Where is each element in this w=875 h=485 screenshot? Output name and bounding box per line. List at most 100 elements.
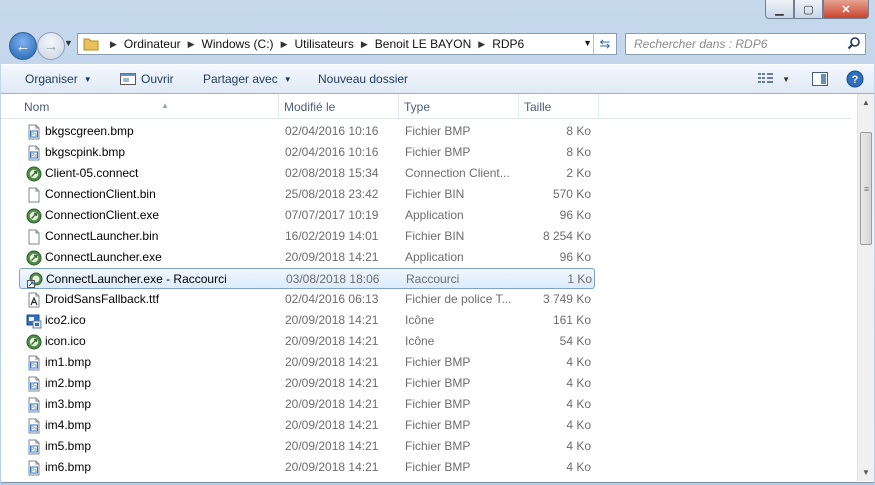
file-row[interactable]: ConnectionClient.bin 25/08/2018 23:42 Fich… [1,184,851,205]
breadcrumb-separator-icon[interactable]: ▶ [361,39,368,50]
caption-buttons: ▁ ▢ ✕ [765,0,869,20]
file-name: ConnectLauncher.exe [45,250,162,264]
file-row[interactable]: Ps im4.bmp 20/09/2018 14:21 Fichier BMP 4 Ko [1,415,851,436]
column-header-name[interactable]: ▲ Nom [19,94,279,118]
breadcrumb-label: RDP6 [492,37,525,51]
bmp-file-icon: Ps [26,145,42,161]
details-view-icon [758,72,774,87]
file-row[interactable]: icon.ico 20/09/2018 14:21 Icône 54 Ko [1,331,851,352]
minimize-button[interactable]: ▁ [765,0,794,19]
breadcrumb-separator-icon[interactable]: ▶ [478,39,485,50]
column-type-label: Type [404,100,431,114]
svg-text:Ps: Ps [31,384,37,390]
file-size: 4 Ko [566,418,591,432]
file-type: Icône [405,313,435,327]
file-row[interactable]: ConnectLauncher.bin 16/02/2019 14:01 Fichi… [1,226,851,247]
help-button[interactable]: ? [846,70,864,88]
scroll-down-icon[interactable]: ▼ [858,464,874,481]
search-icon[interactable] [847,36,861,53]
breadcrumb-item[interactable]: ▶ Utilisateurs [274,37,354,51]
blank-file-icon [26,229,42,245]
back-button[interactable]: ← [9,32,37,60]
breadcrumb-separator-icon[interactable]: ▶ [188,39,195,50]
shortcut-icon [27,272,43,288]
close-icon: ✕ [841,3,851,16]
column-header-size[interactable]: Taille [519,94,599,118]
search-input[interactable] [634,37,834,51]
file-type: Fichier BMP [405,418,471,432]
file-row-selected[interactable]: ConnectLauncher.exe - Raccourci 03/08/201… [19,268,595,289]
search-box [625,33,866,55]
close-button[interactable]: ✕ [823,0,869,19]
file-row[interactable]: Ps im3.bmp 20/09/2018 14:21 Fichier BMP 4 Ko [1,394,851,415]
scroll-up-icon[interactable]: ▲ [858,94,874,111]
sort-ascending-icon: ▲ [161,101,169,110]
breadcrumb-separator-icon[interactable]: ▶ [110,39,117,50]
views-button[interactable]: ▼ [758,72,790,87]
open-button[interactable]: Ouvrir [120,72,174,86]
column-header-modified[interactable]: Modifié le [279,94,399,118]
file-row[interactable]: Ps im2.bmp 20/09/2018 14:21 Fichier BMP 4 Ko [1,373,851,394]
breadcrumb-item[interactable]: ▶ Windows (C:) [181,37,274,51]
file-modified-date: 02/04/2016 10:16 [285,145,379,159]
breadcrumb-label: Ordinateur [123,37,181,51]
preview-pane-button[interactable] [812,72,828,86]
file-size: 4 Ko [566,355,591,369]
bmp-file-icon: Ps [26,376,42,392]
breadcrumb-item[interactable]: ▶ Ordinateur [103,37,181,51]
organize-button[interactable]: Organiser ▼ [25,72,92,86]
file-size: 8 254 Ko [542,229,591,243]
file-name: im5.bmp [45,439,92,453]
organize-label: Organiser [25,72,78,86]
bmp-file-icon: Ps [26,397,42,413]
file-modified-date: 20/09/2018 14:21 [285,418,379,432]
file-type: Connection Client... [405,166,510,180]
folder-icon [83,37,99,51]
file-row[interactable]: ConnectionClient.exe 07/07/2017 10:19 Appl… [1,205,851,226]
font-file-icon [26,292,42,308]
svg-text:Ps: Ps [31,447,37,453]
vertical-scrollbar[interactable]: ▲ ≡ ▼ [857,94,874,481]
maximize-button[interactable]: ▢ [794,0,823,19]
file-row[interactable]: ico2.ico 20/09/2018 14:21 Icône 161 Ko [1,310,851,331]
file-row[interactable]: Ps im1.bmp 20/09/2018 14:21 Fichier BMP 4 Ko [1,352,851,373]
file-row[interactable]: Ps bkgscpink.bmp 02/04/2016 10:16 Fichier B… [1,142,851,163]
file-modified-date: 02/08/2018 15:34 [285,166,379,180]
svg-text:Ps: Ps [31,468,37,474]
file-row[interactable]: Ps bkgscgreen.bmp 02/04/2016 10:16 Fichier … [1,121,851,142]
column-header-row: ▲ Nom Modifié le Type Taille [1,94,851,119]
scrollbar-thumb[interactable]: ≡ [860,132,872,245]
connect-app-icon [26,166,42,182]
breadcrumb-label: Benoit LE BAYON [374,37,472,51]
refresh-icon: ⇆ [599,36,611,51]
refresh-button[interactable]: ⇆ [593,34,616,54]
file-modified-date: 16/02/2019 14:01 [285,229,379,243]
file-size: 1 Ko [567,272,592,286]
breadcrumb-separator-icon[interactable]: ▶ [281,39,288,50]
forward-button[interactable]: → [37,32,65,60]
file-name: ConnectLauncher.exe - Raccourci [46,272,227,286]
address-dropdown-icon[interactable]: ▼ [583,38,592,48]
breadcrumb-item[interactable]: ▶ RDP6 [471,37,524,51]
svg-text:Ps: Ps [31,363,37,369]
file-row[interactable]: Ps im6.bmp 20/09/2018 14:21 Fichier BMP 4 Ko [1,457,851,478]
file-row[interactable]: ConnectLauncher.exe 20/09/2018 14:21 Appli… [1,247,851,268]
file-name: ico2.ico [45,313,86,327]
address-bar[interactable]: ▶ Ordinateur ▶ Windows (C:) ▶ Utilisateurs ▶ Be… [77,33,617,55]
history-dropdown-icon[interactable]: ▼ [64,38,73,48]
file-type: Fichier BMP [405,145,471,159]
file-name: im3.bmp [45,397,92,411]
connect-app-icon [26,250,42,266]
file-name: ConnectionClient.exe [45,208,160,222]
file-name: ConnectLauncher.bin [45,229,159,243]
connect-app-icon [26,334,42,350]
file-row[interactable]: DroidSansFallback.ttf 02/04/2016 06:13 Fic… [1,289,851,310]
file-row[interactable]: Client-05.connect 02/08/2018 15:34 Connect… [1,163,851,184]
new-folder-button[interactable]: Nouveau dossier [318,72,408,86]
preview-pane-icon [812,72,828,86]
svg-text:Ps: Ps [31,405,37,411]
share-button[interactable]: Partager avec ▼ [203,72,292,86]
file-row[interactable]: Ps im5.bmp 20/09/2018 14:21 Fichier BMP 4 Ko [1,436,851,457]
column-header-type[interactable]: Type [399,94,519,118]
breadcrumb-item[interactable]: ▶ Benoit LE BAYON [354,37,471,51]
